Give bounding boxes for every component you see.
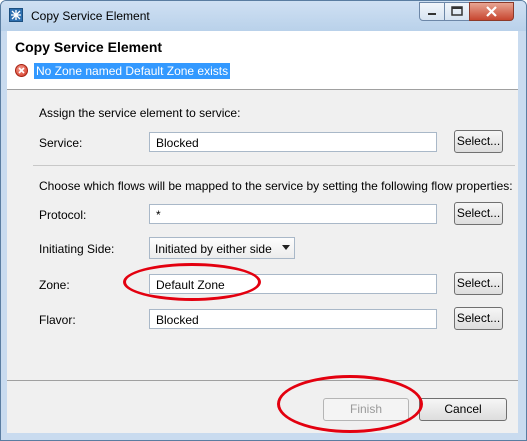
footer-divider [7, 380, 518, 381]
app-icon [9, 8, 23, 22]
protocol-select-button[interactable]: Select... [454, 202, 503, 225]
window-title: Copy Service Element [31, 9, 150, 23]
maximize-button[interactable] [444, 2, 470, 21]
minimize-button[interactable] [419, 2, 445, 21]
flavor-field[interactable]: Blocked [149, 309, 437, 329]
zone-select-button[interactable]: Select... [454, 272, 503, 295]
initiating-side-dropdown[interactable]: Initiated by either side [149, 237, 295, 259]
protocol-label: Protocol: [39, 208, 87, 222]
title-bar[interactable]: Copy Service Element [1, 1, 526, 31]
flavor-select-button[interactable]: Select... [454, 307, 503, 330]
dialog-header: Copy Service Element No Zone named Defau… [7, 31, 518, 90]
zone-label: Zone: [39, 278, 70, 292]
cancel-button[interactable]: Cancel [419, 398, 507, 421]
initiating-side-value: Initiated by either side [155, 242, 272, 256]
section-divider [33, 165, 515, 166]
error-icon [15, 64, 28, 77]
form-area: Assign the service element to service: S… [7, 90, 518, 379]
initiating-side-label: Initiating Side: [39, 242, 115, 256]
flavor-label: Flavor: [39, 313, 76, 327]
page-title: Copy Service Element [15, 39, 163, 55]
service-label: Service: [39, 136, 83, 150]
protocol-field[interactable]: * [149, 204, 437, 224]
error-message: No Zone named Default Zone exists [34, 63, 231, 79]
dialog-client-area: Copy Service Element No Zone named Defau… [7, 31, 518, 433]
service-select-button[interactable]: Select... [454, 130, 503, 153]
flow-section-heading: Choose which flows will be mapped to the… [39, 179, 513, 193]
finish-button[interactable]: Finish [323, 398, 409, 421]
dialog-window: Copy Service Element Copy Service Elemen… [0, 0, 527, 441]
service-field[interactable]: Blocked [149, 132, 437, 152]
service-section-heading: Assign the service element to service: [39, 106, 241, 120]
zone-field[interactable]: Default Zone [149, 274, 437, 294]
close-window-button[interactable] [469, 2, 514, 21]
chevron-down-icon [282, 245, 290, 250]
